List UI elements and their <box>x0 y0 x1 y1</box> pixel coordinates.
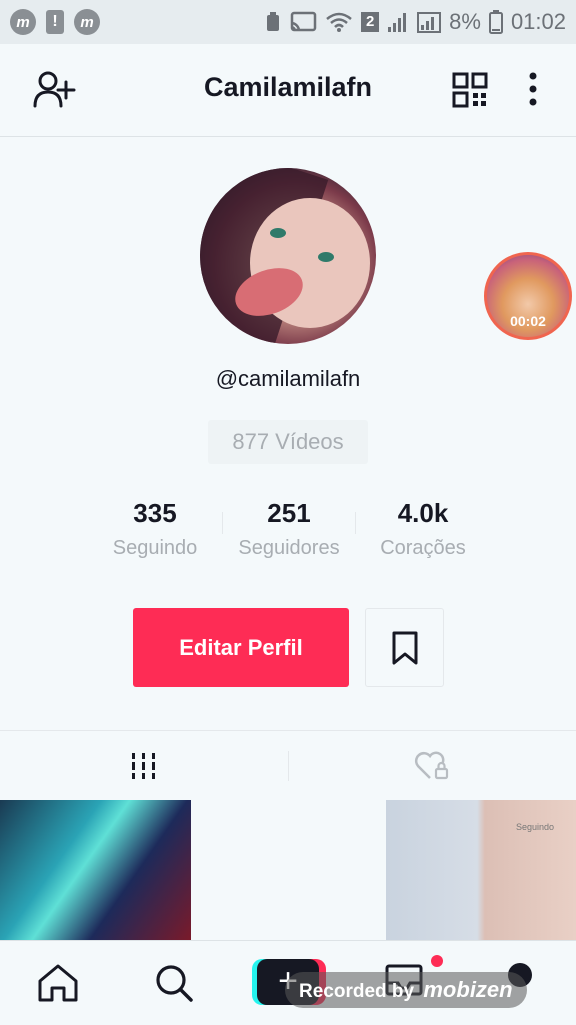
cast-icon <box>290 11 317 32</box>
video-thumbnail[interactable] <box>0 800 191 940</box>
stat-value: 4.0k <box>397 498 449 528</box>
profile-stats: 335 Seguindo 251 Seguidores 4.0k Coraçõe… <box>0 498 576 578</box>
profile-header: Camilamilafn <box>0 44 576 137</box>
wifi-icon <box>326 12 352 32</box>
watermark-logo: mobizen <box>423 977 513 1002</box>
sim-badge: 2 <box>361 12 380 32</box>
video-thumbnail[interactable]: Seguindo <box>386 800 576 940</box>
favorites-button[interactable] <box>365 608 444 687</box>
page-title: Camilamilafn <box>203 72 373 102</box>
stat-following[interactable]: 335 Seguindo <box>85 498 225 560</box>
floating-video-preview[interactable]: 00:02 <box>484 252 572 340</box>
qr-code-icon[interactable] <box>452 72 488 108</box>
stat-likes: 4.0k Corações <box>353 498 493 560</box>
tab-liked[interactable] <box>288 731 576 801</box>
signal-icon <box>417 12 442 33</box>
mobizen-icon: m <box>10 9 36 35</box>
stat-label: Seguindo <box>112 537 198 559</box>
status-bar: m ! m 2 8% 01:02 <box>0 0 576 44</box>
stat-value: 251 <box>267 498 311 528</box>
stat-value: 335 <box>133 498 177 528</box>
liked-locked-icon <box>414 751 449 780</box>
video-grid: Seguindo <box>0 800 576 940</box>
battery-icon <box>488 10 503 34</box>
warning-icon: ! <box>46 10 64 34</box>
thumbnail-text: Seguindo <box>516 822 555 832</box>
search-icon[interactable] <box>154 963 194 1003</box>
edit-profile-button[interactable]: Editar Perfil <box>133 608 349 687</box>
profile-tabs <box>0 730 576 801</box>
recycle-icon <box>267 12 280 31</box>
more-vertical-icon[interactable] <box>526 70 540 110</box>
stat-label: Seguidores <box>238 537 340 559</box>
recording-watermark: Recorded by mobizen <box>285 972 527 1008</box>
watermark-text: Recorded by <box>299 981 415 1002</box>
videos-grid-icon <box>132 753 155 779</box>
stat-label: Corações <box>380 537 466 559</box>
home-icon[interactable] <box>36 963 80 1003</box>
bookmark-icon <box>392 631 417 664</box>
battery-percent: 8% <box>449 9 481 34</box>
clock: 01:02 <box>510 9 566 34</box>
notification-dot <box>431 955 443 967</box>
tab-videos[interactable] <box>0 731 288 801</box>
username: @camilamilafn <box>215 366 361 391</box>
video-thumbnail[interactable] <box>193 800 384 940</box>
avatar[interactable] <box>200 168 376 344</box>
mobizen-icon: m <box>74 9 100 35</box>
videos-count-badge: 877 Vídeos <box>208 420 368 464</box>
video-duration: 00:02 <box>510 313 546 329</box>
signal-icon <box>388 13 407 32</box>
stat-followers[interactable]: 251 Seguidores <box>219 498 359 560</box>
